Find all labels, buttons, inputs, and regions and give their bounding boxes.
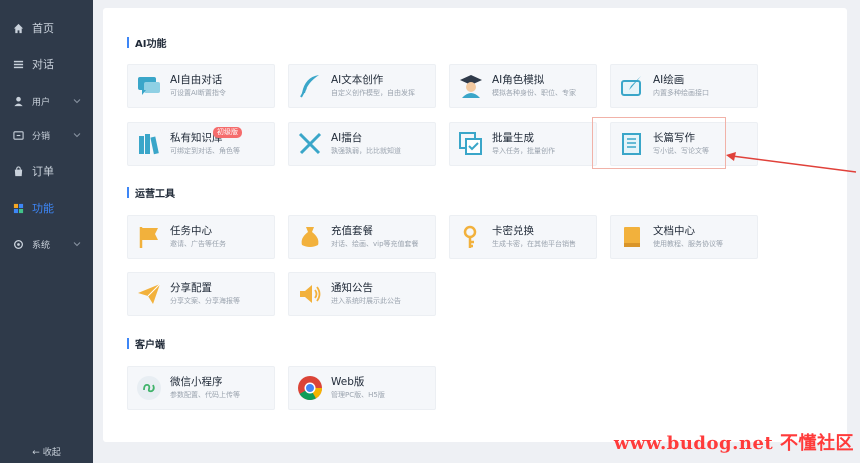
crossed-swords-icon	[297, 131, 323, 157]
grid-icon	[12, 202, 24, 214]
graduate-icon	[458, 73, 484, 99]
tile-desc: 进入系统时展示此公告	[331, 297, 401, 305]
menu-icon	[12, 58, 24, 70]
sidebar-item-label: 功能	[32, 202, 54, 215]
paint-board-icon	[619, 73, 645, 99]
tile-web-version[interactable]: Web版管理PC版、H5版	[288, 366, 436, 410]
miniapp-icon	[136, 375, 162, 401]
tile-desc: 生成卡密，在其他平台销售	[492, 240, 576, 248]
tile-desc: 孰强孰弱，比比就知道	[331, 147, 401, 155]
sidebar-item-label: 首页	[32, 22, 54, 35]
tile-ai-chat[interactable]: AI自由对话可设置AI断置指令	[127, 64, 275, 108]
tile-desc: 参数配置、代码上传等	[170, 391, 240, 399]
sidebar-item-users[interactable]: 用户	[0, 86, 93, 116]
tile-title: 批量生成	[492, 132, 534, 144]
tile-title: 通知公告	[331, 282, 373, 294]
section-title-ai: AI功能	[127, 35, 166, 50]
tile-desc: 使用教程、服务协议等	[653, 240, 723, 248]
version-badge: 初级版	[213, 127, 242, 138]
chrome-icon	[297, 375, 323, 401]
paper-plane-icon	[136, 281, 162, 307]
feather-pen-icon	[297, 73, 323, 99]
tile-desc: 可绑定到对话、角色等	[170, 147, 240, 155]
user-icon	[12, 95, 24, 107]
sidebar-item-home[interactable]: 首页	[0, 13, 93, 43]
sidebar-item-label: 系统	[32, 240, 51, 251]
speaker-icon	[297, 281, 323, 307]
tile-recharge-plans[interactable]: 充值套餐对话、绘画、vip等充值套餐	[288, 215, 436, 259]
tile-title: 微信小程序	[170, 376, 223, 388]
section-title-ops: 运营工具	[127, 185, 175, 200]
tile-title: Web版	[331, 376, 365, 388]
tile-desc: 模拟各种身份、职位、专家	[492, 89, 576, 97]
tile-title: AI绘画	[653, 74, 685, 86]
batch-check-icon	[458, 131, 484, 157]
flag-icon	[136, 224, 162, 250]
tile-ai-painting[interactable]: AI绘画内置多种绘画接口	[610, 64, 758, 108]
sidebar: 首页 对话 用户 分销 订单 功能 系统 ← 收起	[0, 0, 93, 463]
tile-title: 分享配置	[170, 282, 212, 294]
tile-title: AI文本创作	[331, 74, 384, 86]
book-icon	[619, 224, 645, 250]
tile-ai-writing[interactable]: AI文本创作自定义创作模型，自由发挥	[288, 64, 436, 108]
home-icon	[12, 22, 24, 34]
sidebar-item-chat[interactable]: 对话	[0, 49, 93, 79]
section-title-client: 客户端	[127, 336, 165, 351]
tile-title: 文档中心	[653, 225, 695, 237]
money-bag-icon	[297, 224, 323, 250]
books-icon	[136, 131, 162, 157]
tile-desc: 自定义创作模型，自由发挥	[331, 89, 415, 97]
sidebar-item-distribution[interactable]: 分销	[0, 120, 93, 150]
tile-knowledge-base[interactable]: 私有知识库 可绑定到对话、角色等 初级版	[127, 122, 275, 166]
share-icon	[12, 129, 24, 141]
sidebar-item-label: 订单	[32, 165, 54, 178]
tile-title: AI擂台	[331, 132, 363, 144]
annotation-arrow	[726, 152, 857, 173]
tile-title: AI自由对话	[170, 74, 223, 86]
tile-desc: 内置多种绘画接口	[653, 89, 709, 97]
tile-doc-center[interactable]: 文档中心使用教程、服务协议等	[610, 215, 758, 259]
tile-desc: 对话、绘画、vip等充值套餐	[331, 240, 419, 248]
tile-card-redeem[interactable]: 卡密兑换生成卡密，在其他平台销售	[449, 215, 597, 259]
tile-desc: 管理PC版、H5版	[331, 391, 385, 399]
key-icon	[458, 224, 484, 250]
tile-title: 卡密兑换	[492, 225, 534, 237]
sidebar-item-label: 对话	[32, 58, 54, 71]
tile-desc: 分享文案、分享海报等	[170, 297, 240, 305]
tile-desc: 可设置AI断置指令	[170, 89, 226, 97]
chevron-down-icon	[73, 99, 81, 104]
tile-desc: 导入任务，批量创作	[492, 147, 555, 155]
watermark: www.budog.net 不懂社区	[613, 433, 854, 454]
sidebar-item-features[interactable]: 功能	[0, 193, 93, 223]
tile-wechat-miniapp[interactable]: 微信小程序参数配置、代码上传等	[127, 366, 275, 410]
tile-ai-arena[interactable]: AI擂台孰强孰弱，比比就知道	[288, 122, 436, 166]
collapse-button[interactable]: ← 收起	[0, 439, 93, 463]
chat-bubble-icon	[136, 73, 162, 99]
settings-icon	[12, 238, 24, 250]
sidebar-item-label: 分销	[32, 131, 51, 142]
tile-task-center[interactable]: 任务中心邀请、广告等任务	[127, 215, 275, 259]
highlight-box	[592, 117, 726, 169]
sidebar-item-orders[interactable]: 订单	[0, 156, 93, 186]
tile-share-config[interactable]: 分享配置分享文案、分享海报等	[127, 272, 275, 316]
tile-desc: 邀请、广告等任务	[170, 240, 226, 248]
tile-announcement[interactable]: 通知公告进入系统时展示此公告	[288, 272, 436, 316]
sidebar-item-system[interactable]: 系统	[0, 229, 93, 259]
tile-batch-generate[interactable]: 批量生成导入任务，批量创作	[449, 122, 597, 166]
sidebar-item-label: 用户	[32, 97, 51, 108]
tile-title: AI角色模拟	[492, 74, 545, 86]
tile-title: 任务中心	[170, 225, 212, 237]
chevron-down-icon	[73, 133, 81, 138]
tile-title: 充值套餐	[331, 225, 373, 237]
features-panel: AI功能 AI自由对话 可设置AI断置指令 AI文本创作 自定义创作模型，自由发挥 …	[103, 8, 847, 442]
tile-ai-role[interactable]: AI角色模拟模拟各种身份、职位、专家	[449, 64, 597, 108]
bag-icon	[12, 165, 24, 177]
chevron-down-icon	[73, 242, 81, 247]
